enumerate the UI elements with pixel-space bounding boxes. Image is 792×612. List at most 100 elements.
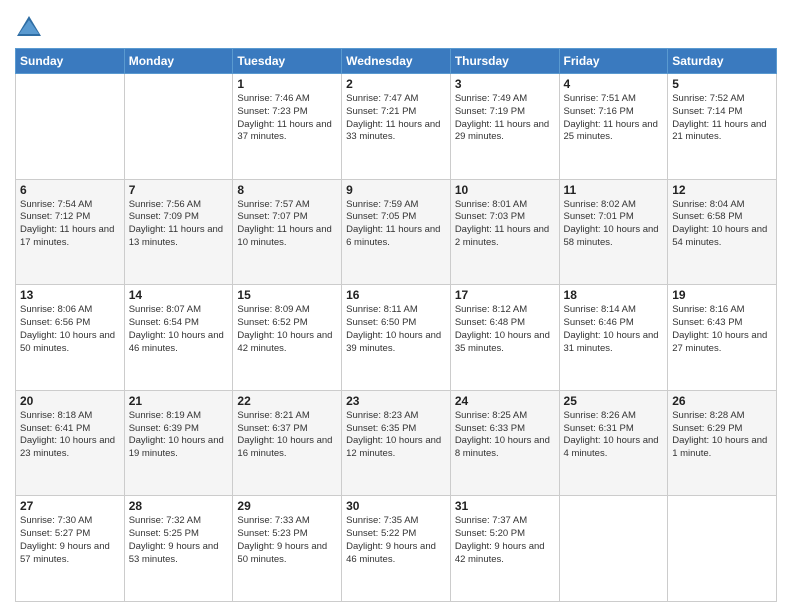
calendar-cell: 20Sunrise: 8:18 AM Sunset: 6:41 PM Dayli… <box>16 390 125 496</box>
calendar-cell: 14Sunrise: 8:07 AM Sunset: 6:54 PM Dayli… <box>124 285 233 391</box>
calendar-body: 1 Sunrise: 7:46 AM Sunset: 7:23 PM Daylig… <box>16 74 777 602</box>
day-number: 7 <box>129 183 229 197</box>
calendar-cell: 23 Sunrise: 8:23 AM Sunset: 6:35 PM Dayli… <box>342 390 451 496</box>
calendar-cell: 1 Sunrise: 7:46 AM Sunset: 7:23 PM Daylig… <box>233 74 342 180</box>
calendar-cell: 26Sunrise: 8:28 AM Sunset: 6:29 PM Dayli… <box>668 390 777 496</box>
calendar-cell: 30 Sunrise: 7:35 AM Sunset: 5:22 PM Dayli… <box>342 496 451 602</box>
day-detail: Sunrise: 7:33 AM Sunset: 5:23 PM Dayligh… <box>237 515 337 566</box>
day-number: 23 <box>346 394 446 408</box>
day-detail: Sunrise: 8:07 AM Sunset: 6:54 PM Dayligh… <box>129 304 229 355</box>
header-row: SundayMondayTuesdayWednesdayThursdayFrid… <box>16 49 777 74</box>
day-detail: Sunrise: 7:46 AM Sunset: 7:23 PM Dayligh… <box>237 93 337 144</box>
day-number: 25 <box>564 394 664 408</box>
calendar-cell: 2 Sunrise: 7:47 AM Sunset: 7:21 PM Daylig… <box>342 74 451 180</box>
day-detail: Sunrise: 8:04 AM Sunset: 6:58 PM Dayligh… <box>672 199 772 250</box>
day-detail: Sunrise: 7:51 AM Sunset: 7:16 PM Dayligh… <box>564 93 664 144</box>
logo-icon <box>15 14 43 42</box>
day-detail: Sunrise: 8:26 AM Sunset: 6:31 PM Dayligh… <box>564 410 664 461</box>
calendar-cell: 11 Sunrise: 8:02 AM Sunset: 7:01 PM Dayli… <box>559 179 668 285</box>
day-number: 3 <box>455 77 555 91</box>
calendar-cell: 24Sunrise: 8:25 AM Sunset: 6:33 PM Dayli… <box>450 390 559 496</box>
day-detail: Sunrise: 7:56 AM Sunset: 7:09 PM Dayligh… <box>129 199 229 250</box>
calendar-cell: 28 Sunrise: 7:32 AM Sunset: 5:25 PM Dayli… <box>124 496 233 602</box>
calendar-cell: 12 Sunrise: 8:04 AM Sunset: 6:58 PM Dayli… <box>668 179 777 285</box>
day-number: 12 <box>672 183 772 197</box>
day-number: 24 <box>455 394 555 408</box>
calendar-cell: 18Sunrise: 8:14 AM Sunset: 6:46 PM Dayli… <box>559 285 668 391</box>
day-detail: Sunrise: 7:37 AM Sunset: 5:20 PM Dayligh… <box>455 515 555 566</box>
calendar-cell: 21 Sunrise: 8:19 AM Sunset: 6:39 PM Dayli… <box>124 390 233 496</box>
header <box>15 10 777 42</box>
weekday-header-saturday: Saturday <box>668 49 777 74</box>
calendar-cell: 13 Sunrise: 8:06 AM Sunset: 6:56 PM Dayli… <box>16 285 125 391</box>
calendar-cell: 19 Sunrise: 8:16 AM Sunset: 6:43 PM Dayli… <box>668 285 777 391</box>
calendar-cell: 29Sunrise: 7:33 AM Sunset: 5:23 PM Dayli… <box>233 496 342 602</box>
day-detail: Sunrise: 7:47 AM Sunset: 7:21 PM Dayligh… <box>346 93 446 144</box>
day-detail: Sunrise: 8:21 AM Sunset: 6:37 PM Dayligh… <box>237 410 337 461</box>
day-number: 9 <box>346 183 446 197</box>
day-number: 30 <box>346 499 446 513</box>
calendar-header: SundayMondayTuesdayWednesdayThursdayFrid… <box>16 49 777 74</box>
calendar-cell: 8 Sunrise: 7:57 AM Sunset: 7:07 PM Daylig… <box>233 179 342 285</box>
day-detail: Sunrise: 7:32 AM Sunset: 5:25 PM Dayligh… <box>129 515 229 566</box>
day-detail: Sunrise: 8:06 AM Sunset: 6:56 PM Dayligh… <box>20 304 120 355</box>
weekday-header-sunday: Sunday <box>16 49 125 74</box>
day-number: 27 <box>20 499 120 513</box>
day-number: 31 <box>455 499 555 513</box>
calendar-cell: 22Sunrise: 8:21 AM Sunset: 6:37 PM Dayli… <box>233 390 342 496</box>
logo <box>15 14 47 42</box>
calendar-table: SundayMondayTuesdayWednesdayThursdayFrid… <box>15 48 777 602</box>
page: SundayMondayTuesdayWednesdayThursdayFrid… <box>0 0 792 612</box>
calendar-cell <box>16 74 125 180</box>
calendar-cell: 7 Sunrise: 7:56 AM Sunset: 7:09 PM Daylig… <box>124 179 233 285</box>
day-number: 13 <box>20 288 120 302</box>
calendar-cell: 10 Sunrise: 8:01 AM Sunset: 7:03 PM Dayli… <box>450 179 559 285</box>
calendar-cell: 4 Sunrise: 7:51 AM Sunset: 7:16 PM Daylig… <box>559 74 668 180</box>
calendar-cell: 5Sunrise: 7:52 AM Sunset: 7:14 PM Daylig… <box>668 74 777 180</box>
day-number: 2 <box>346 77 446 91</box>
day-detail: Sunrise: 8:14 AM Sunset: 6:46 PM Dayligh… <box>564 304 664 355</box>
calendar-cell: 9 Sunrise: 7:59 AM Sunset: 7:05 PM Daylig… <box>342 179 451 285</box>
day-number: 4 <box>564 77 664 91</box>
day-detail: Sunrise: 8:09 AM Sunset: 6:52 PM Dayligh… <box>237 304 337 355</box>
day-number: 21 <box>129 394 229 408</box>
day-number: 6 <box>20 183 120 197</box>
day-detail: Sunrise: 8:02 AM Sunset: 7:01 PM Dayligh… <box>564 199 664 250</box>
weekday-header-thursday: Thursday <box>450 49 559 74</box>
day-detail: Sunrise: 7:49 AM Sunset: 7:19 PM Dayligh… <box>455 93 555 144</box>
day-detail: Sunrise: 7:59 AM Sunset: 7:05 PM Dayligh… <box>346 199 446 250</box>
weekday-header-monday: Monday <box>124 49 233 74</box>
day-detail: Sunrise: 8:23 AM Sunset: 6:35 PM Dayligh… <box>346 410 446 461</box>
day-number: 10 <box>455 183 555 197</box>
day-number: 1 <box>237 77 337 91</box>
day-number: 17 <box>455 288 555 302</box>
calendar-week-4: 27 Sunrise: 7:30 AM Sunset: 5:27 PM Dayli… <box>16 496 777 602</box>
day-detail: Sunrise: 8:12 AM Sunset: 6:48 PM Dayligh… <box>455 304 555 355</box>
day-number: 19 <box>672 288 772 302</box>
calendar-cell: 27 Sunrise: 7:30 AM Sunset: 5:27 PM Dayli… <box>16 496 125 602</box>
day-number: 20 <box>20 394 120 408</box>
day-detail: Sunrise: 8:16 AM Sunset: 6:43 PM Dayligh… <box>672 304 772 355</box>
day-number: 16 <box>346 288 446 302</box>
day-detail: Sunrise: 8:01 AM Sunset: 7:03 PM Dayligh… <box>455 199 555 250</box>
calendar-cell: 16Sunrise: 8:11 AM Sunset: 6:50 PM Dayli… <box>342 285 451 391</box>
calendar-week-3: 20Sunrise: 8:18 AM Sunset: 6:41 PM Dayli… <box>16 390 777 496</box>
calendar-week-0: 1 Sunrise: 7:46 AM Sunset: 7:23 PM Daylig… <box>16 74 777 180</box>
weekday-header-friday: Friday <box>559 49 668 74</box>
calendar-cell: 31 Sunrise: 7:37 AM Sunset: 5:20 PM Dayli… <box>450 496 559 602</box>
day-detail: Sunrise: 8:28 AM Sunset: 6:29 PM Dayligh… <box>672 410 772 461</box>
day-number: 8 <box>237 183 337 197</box>
day-number: 15 <box>237 288 337 302</box>
day-detail: Sunrise: 7:30 AM Sunset: 5:27 PM Dayligh… <box>20 515 120 566</box>
calendar-cell: 25 Sunrise: 8:26 AM Sunset: 6:31 PM Dayli… <box>559 390 668 496</box>
calendar-week-1: 6Sunrise: 7:54 AM Sunset: 7:12 PM Daylig… <box>16 179 777 285</box>
day-detail: Sunrise: 7:35 AM Sunset: 5:22 PM Dayligh… <box>346 515 446 566</box>
calendar-cell: 3 Sunrise: 7:49 AM Sunset: 7:19 PM Daylig… <box>450 74 559 180</box>
calendar-cell: 15 Sunrise: 8:09 AM Sunset: 6:52 PM Dayli… <box>233 285 342 391</box>
weekday-header-wednesday: Wednesday <box>342 49 451 74</box>
calendar-cell: 17 Sunrise: 8:12 AM Sunset: 6:48 PM Dayli… <box>450 285 559 391</box>
day-number: 28 <box>129 499 229 513</box>
day-detail: Sunrise: 8:19 AM Sunset: 6:39 PM Dayligh… <box>129 410 229 461</box>
day-number: 11 <box>564 183 664 197</box>
day-detail: Sunrise: 7:57 AM Sunset: 7:07 PM Dayligh… <box>237 199 337 250</box>
